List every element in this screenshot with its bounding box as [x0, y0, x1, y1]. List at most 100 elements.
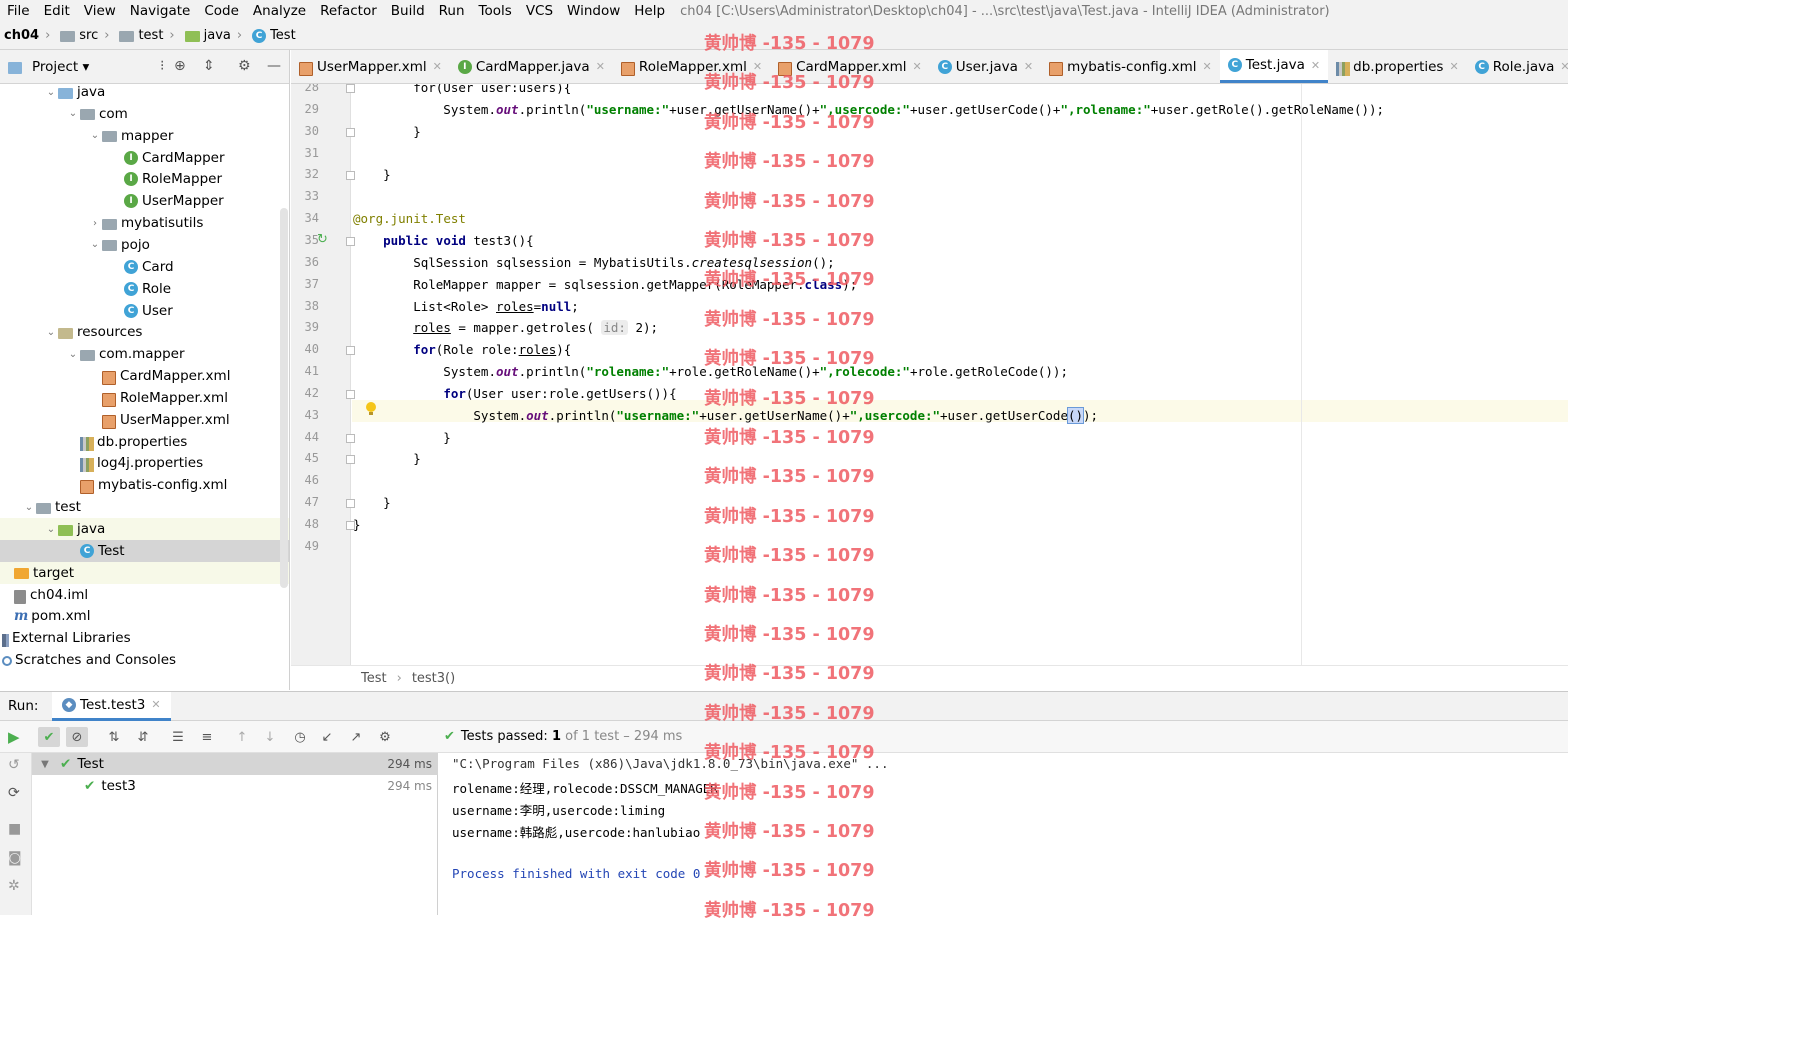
settings-icon[interactable]: ⚙	[374, 727, 396, 747]
tree-item-external-libraries[interactable]: External Libraries	[0, 627, 289, 649]
editor-tab-cardmapper-xml[interactable]: CardMapper.xml ✕	[770, 50, 930, 83]
tree-item-rolemapper-xml[interactable]: RoleMapper.xml	[0, 387, 289, 409]
tree-item-pojo[interactable]: ⌄ pojo	[0, 234, 289, 256]
tree-item-com-mapper[interactable]: ⌄ com.mapper	[0, 343, 289, 365]
show-passed-icon[interactable]: ✔	[38, 727, 60, 747]
close-icon[interactable]: ✕	[1560, 60, 1568, 73]
show-ignored-icon[interactable]: ⊘	[66, 727, 88, 747]
history-icon[interactable]: ◷	[289, 727, 311, 747]
collapse-all-icon[interactable]: ≡	[196, 727, 218, 747]
menu-refactor[interactable]: Refactor	[313, 3, 384, 19]
menu-code[interactable]: Code	[197, 3, 246, 19]
expand-all-icon[interactable]: ☰	[167, 727, 189, 747]
tree-item-role[interactable]: C Role	[0, 278, 289, 300]
camera-icon[interactable]: ◙	[8, 850, 22, 866]
close-icon[interactable]: ✕	[1024, 60, 1033, 73]
project-vertical-scrollbar[interactable]	[280, 208, 288, 588]
tree-item-com[interactable]: ⌄ com	[0, 103, 289, 125]
chevron-down-icon[interactable]: ⌄	[44, 524, 58, 535]
sort-alpha-icon[interactable]: ⇅	[103, 727, 125, 747]
editor-tab-mybatis-config-xml[interactable]: mybatis-config.xml ✕	[1041, 50, 1220, 83]
menu-navigate[interactable]: Navigate	[123, 3, 198, 19]
settings-cog-icon[interactable]: ✲	[8, 878, 20, 894]
nav-crumb-test[interactable]: test ›	[119, 28, 180, 43]
chevron-down-icon[interactable]: ⌄	[44, 327, 58, 338]
chevron-down-icon[interactable]: ⌄	[66, 349, 80, 360]
close-icon[interactable]: ✕	[1203, 60, 1212, 73]
menu-vcs[interactable]: VCS	[519, 3, 560, 19]
menu-view[interactable]: View	[77, 3, 123, 19]
nav-crumb-java[interactable]: java ›	[184, 28, 248, 43]
test-row-method[interactable]: ✔ test3 294 ms	[32, 775, 438, 797]
close-icon[interactable]: ✕	[753, 60, 762, 73]
tree-item-rolemapper[interactable]: I RoleMapper	[0, 168, 289, 190]
tree-item-test[interactable]: ⌄ test	[0, 496, 289, 518]
close-icon[interactable]: ✕	[596, 60, 605, 73]
menu-run[interactable]: Run	[432, 3, 472, 19]
close-icon[interactable]: ✕	[1449, 60, 1458, 73]
editor-tab-usermapper-xml[interactable]: UserMapper.xml ✕	[291, 50, 450, 83]
close-icon[interactable]: ✕	[1311, 59, 1320, 72]
tree-item-mybatis-config-xml[interactable]: mybatis-config.xml	[0, 474, 289, 496]
menu-tools[interactable]: Tools	[472, 3, 519, 19]
close-icon[interactable]: ✕	[151, 698, 160, 711]
chevron-down-icon[interactable]: ⌄	[44, 87, 58, 98]
tree-item-scratches-and-consoles[interactable]: Scratches and Consoles	[0, 649, 289, 671]
close-icon[interactable]: ✕	[913, 60, 922, 73]
tree-item-cardmapper[interactable]: I CardMapper	[0, 147, 289, 169]
next-failed-icon[interactable]: ↓	[259, 727, 281, 747]
menu-window[interactable]: Window	[560, 3, 627, 19]
editor-crumb-method[interactable]: test3()	[412, 671, 455, 686]
console-output[interactable]: "C:\Program Files (x86)\Java\jdk1.8.0_73…	[439, 753, 1568, 915]
editor-tab-cardmapper-java[interactable]: I CardMapper.java ✕	[450, 50, 613, 83]
rerun-failed-icon[interactable]: ↺	[8, 757, 20, 773]
tree-item-user[interactable]: C User	[0, 300, 289, 322]
rerun-icon[interactable]: ▶	[8, 728, 20, 746]
tree-item-usermapper-xml[interactable]: UserMapper.xml	[0, 409, 289, 431]
menu-build[interactable]: Build	[384, 3, 432, 19]
editor-tab-role-java[interactable]: CRole.java ✕	[1467, 50, 1568, 83]
nav-crumb-project[interactable]: ch04 ›	[4, 28, 56, 43]
run-test-gutter-icon[interactable]: ↻	[317, 232, 328, 247]
locate-file-icon[interactable]: ⊕	[174, 58, 186, 74]
previous-failed-icon[interactable]: ↑	[231, 727, 253, 747]
hide-panel-icon[interactable]: —	[267, 58, 281, 74]
editor-tab-test-java[interactable]: C Test.java ✕	[1219, 50, 1329, 83]
collapse-all-icon[interactable]: ⇕	[203, 58, 215, 74]
import-tests-icon[interactable]: ↙	[316, 727, 338, 747]
tree-item-java[interactable]: ⌄ java	[0, 518, 289, 540]
tree-item-card[interactable]: C Card	[0, 256, 289, 278]
editor-tab-db-properties[interactable]: db.properties ✕	[1328, 50, 1467, 83]
project-view-selector[interactable]: Project ▾	[32, 59, 89, 75]
chevron-down-icon[interactable]: ⌄	[22, 502, 36, 513]
tree-item-test[interactable]: C Test	[0, 539, 289, 562]
nav-crumb-test-class[interactable]: C Test	[252, 28, 296, 43]
tree-item-pom-xml[interactable]: m pom.xml	[0, 605, 289, 627]
test-row-class[interactable]: ▼ ✔ Test 294 ms	[32, 753, 438, 775]
toggle-auto-test-icon[interactable]: ⟳	[8, 785, 20, 801]
tree-item-usermapper[interactable]: I UserMapper	[0, 190, 289, 212]
tree-item-mybatisutils[interactable]: › mybatisutils	[0, 212, 289, 234]
chevron-down-icon[interactable]: ⌄	[66, 108, 80, 119]
menu-help[interactable]: Help	[627, 3, 672, 19]
chevron-right-icon[interactable]: ›	[88, 218, 102, 229]
chevron-down-icon[interactable]: ⌄	[88, 239, 102, 250]
tree-item-resources[interactable]: ⌄ resources	[0, 321, 289, 343]
menu-analyze[interactable]: Analyze	[246, 3, 313, 19]
chevron-down-icon[interactable]: ⌄	[88, 130, 102, 141]
nav-crumb-src[interactable]: src ›	[60, 28, 115, 43]
tree-item-cardmapper-xml[interactable]: CardMapper.xml	[0, 365, 289, 387]
editor-tab-rolemapper-xml[interactable]: RoleMapper.xml ✕	[613, 50, 770, 83]
editor-crumb-class[interactable]: Test	[361, 671, 387, 686]
close-icon[interactable]: ✕	[433, 60, 442, 73]
stop-icon[interactable]: ■	[8, 821, 21, 837]
menu-file[interactable]: File	[0, 3, 37, 19]
run-tab-test3[interactable]: ◆ Test.test3 ✕	[52, 691, 171, 721]
tree-item-mapper[interactable]: ⌄ mapper	[0, 125, 289, 147]
editor-tab-user-java[interactable]: C User.java ✕	[930, 50, 1041, 83]
menu-edit[interactable]: Edit	[37, 3, 77, 19]
tree-item-db-properties[interactable]: db.properties	[0, 431, 289, 453]
tree-item-log4j-properties[interactable]: log4j.properties	[0, 452, 289, 474]
export-tests-icon[interactable]: ↗	[345, 727, 367, 747]
expand-arrow-icon[interactable]: ▼	[38, 759, 52, 770]
